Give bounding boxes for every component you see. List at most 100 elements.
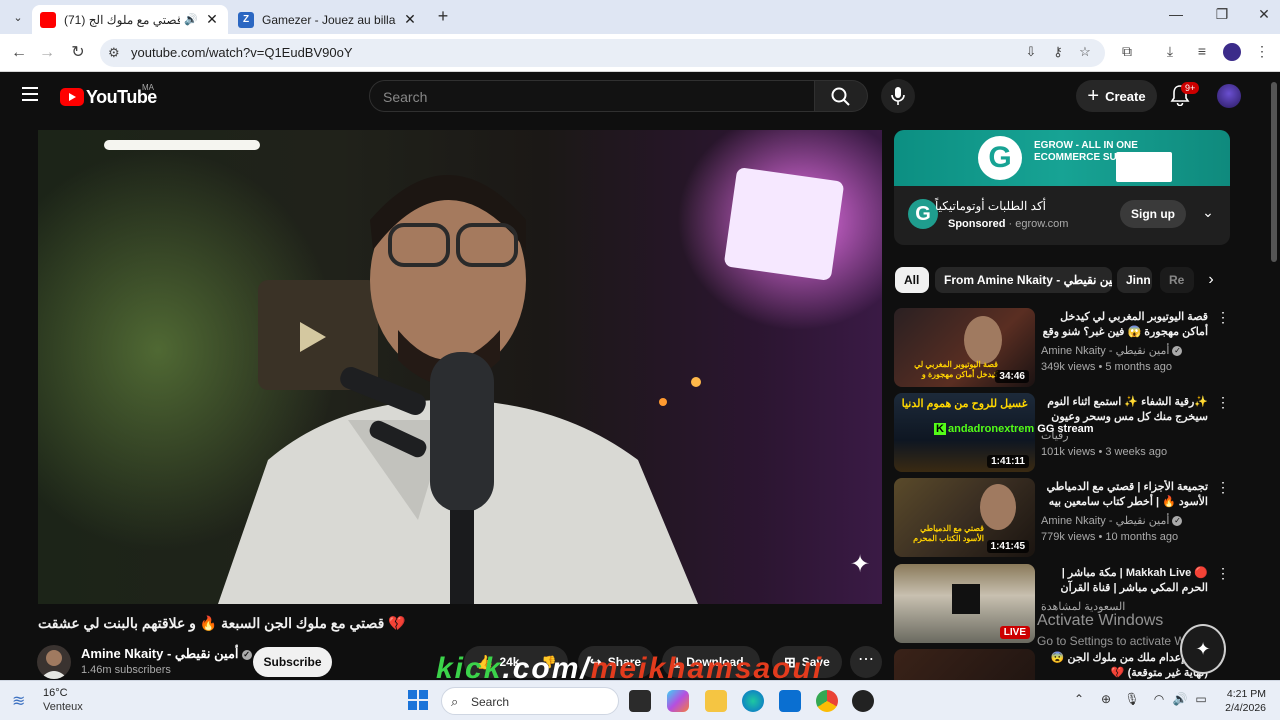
recommendation-item[interactable]: قصتي مع الدمياطي الأسود الكتاب المحرم 1:… bbox=[894, 478, 1230, 558]
battery-icon[interactable]: ▭ bbox=[1193, 692, 1209, 706]
url-text[interactable]: youtube.com/watch?v=Q1EudBV90oY bbox=[131, 45, 353, 60]
close-window-icon[interactable]: ✕ bbox=[1250, 6, 1278, 26]
chevron-right-icon[interactable]: › bbox=[1199, 267, 1223, 293]
sponsored-ad-card[interactable]: G EGROW - ALL IN ONE ECOMMERCE SUITE G أ… bbox=[894, 130, 1230, 245]
notification-badge: 9+ bbox=[1181, 82, 1200, 94]
video-thumbnail[interactable]: قصتي مع الدمياطي الأسود الكتاب المحرم 1:… bbox=[894, 478, 1035, 557]
search-placeholder: Search bbox=[383, 89, 428, 105]
reload-icon[interactable]: ↻ bbox=[67, 42, 89, 64]
clock[interactable]: 4:21 PM 2/4/2026 bbox=[1222, 687, 1266, 715]
password-key-icon[interactable]: ⚷ bbox=[1049, 44, 1067, 62]
browser-toolbar: ← → ↻ ⚙ youtube.com/watch?v=Q1EudBV90oY … bbox=[0, 34, 1280, 72]
obs-icon[interactable] bbox=[852, 690, 874, 712]
chip-partial[interactable]: Re bbox=[1160, 267, 1194, 293]
browser-tab-strip: ⌄ (71) قصتي مع ملوك الج... 🔊 ✕ Z Gamezer… bbox=[0, 0, 1280, 34]
channel-name[interactable]: Amine Nkaity - أمين نقيطي ✓ bbox=[1041, 514, 1183, 527]
profile-avatar[interactable] bbox=[1223, 43, 1241, 61]
more-options-icon[interactable]: ⋮ bbox=[1216, 310, 1230, 324]
ad-sign-up-button[interactable]: Sign up bbox=[1120, 200, 1186, 228]
edge-icon[interactable] bbox=[742, 690, 764, 712]
advertiser-logo-icon: G bbox=[908, 199, 938, 229]
ad-banner-image[interactable]: G EGROW - ALL IN ONE ECOMMERCE SUITE bbox=[894, 130, 1230, 186]
video-thumbnail[interactable]: LIVE bbox=[894, 564, 1035, 643]
copilot-icon[interactable] bbox=[667, 690, 689, 712]
taskbar-search[interactable]: ⌕ Search bbox=[441, 687, 619, 715]
more-options-icon[interactable]: ⋮ bbox=[1216, 480, 1230, 494]
thumbnail-caption: قصة اليوتيوبر المغربي لي كيدخل أماكن مهج… bbox=[914, 360, 998, 379]
ad-headline[interactable]: أكد الطلبات أوتوماتيكياً bbox=[935, 199, 1046, 213]
channel-name-text: Amine Nkaity - أمين نقيطي bbox=[81, 646, 239, 661]
store-icon[interactable] bbox=[779, 690, 801, 712]
more-options-icon[interactable]: ⋮ bbox=[1216, 395, 1230, 409]
youtube-favicon-icon bbox=[40, 11, 56, 28]
recommendation-item[interactable]: قصة اليوتيوبر المغربي لي كيدخل أماكن مهج… bbox=[894, 308, 1230, 388]
chrome-icon[interactable] bbox=[816, 690, 838, 712]
ad-meta: Sponsored · egrow.com bbox=[948, 218, 1069, 230]
voice-search-button[interactable] bbox=[881, 79, 915, 113]
microphone-tray-icon[interactable]: 🎙 bbox=[1124, 692, 1140, 706]
start-button[interactable] bbox=[408, 690, 428, 710]
maximize-icon[interactable]: ❐ bbox=[1208, 6, 1236, 26]
install-app-icon[interactable]: ⇩ bbox=[1022, 44, 1040, 62]
search-icon: ⌕ bbox=[451, 694, 459, 709]
notifications-button[interactable]: 9+ bbox=[1170, 82, 1200, 108]
volume-icon[interactable]: 🔊 bbox=[1172, 692, 1188, 706]
wifi-icon[interactable]: ◠ bbox=[1151, 692, 1167, 706]
create-button[interactable]: + Create bbox=[1076, 80, 1157, 112]
chip-jinn[interactable]: Jinn bbox=[1117, 267, 1152, 293]
weather-temperature: 16°C bbox=[43, 687, 68, 699]
video-title[interactable]: تجميعة الأجزاء | قصتي مع الدمياطي الأسود… bbox=[1041, 480, 1208, 510]
chip-from-channel[interactable]: From Amine Nkaity - أمين نقيطي bbox=[935, 267, 1112, 293]
more-actions-button[interactable]: ⋯ bbox=[850, 646, 882, 678]
show-hidden-icons-icon[interactable]: ⌃ bbox=[1071, 692, 1087, 706]
close-tab-icon[interactable]: ✕ bbox=[204, 11, 220, 28]
extensions-icon[interactable]: ⧉ bbox=[1117, 43, 1137, 63]
youtube-play-icon bbox=[60, 88, 84, 106]
close-tab-icon[interactable]: ✕ bbox=[402, 11, 418, 28]
address-bar[interactable]: ⚙ youtube.com/watch?v=Q1EudBV90oY ⇩ ⚷ ☆ bbox=[100, 39, 1105, 67]
speaker-icon[interactable]: 🔊 bbox=[184, 13, 198, 26]
media-controls-icon[interactable]: ≡ bbox=[1192, 43, 1212, 63]
subscribe-button[interactable]: Subscribe bbox=[253, 647, 332, 677]
tab-gamezer[interactable]: Z Gamezer - Jouez au billard, aux ✕ bbox=[230, 5, 426, 34]
video-frame bbox=[38, 130, 882, 604]
video-title[interactable]: ✨رقية الشفاء ✨ استمع اثناء النوم سيخرج م… bbox=[1041, 395, 1208, 425]
page-scrollbar[interactable] bbox=[1268, 72, 1280, 680]
back-icon[interactable]: ← bbox=[8, 42, 30, 64]
channel-name-text: Amine Nkaity - أمين نقيطي bbox=[1041, 515, 1170, 527]
downloads-icon[interactable]: ⤓ bbox=[1160, 43, 1180, 63]
task-view-icon[interactable] bbox=[629, 690, 651, 712]
tab-search-dropdown-icon[interactable]: ⌄ bbox=[8, 8, 28, 28]
minimize-icon[interactable]: — bbox=[1162, 6, 1190, 26]
gamezer-favicon-icon: Z bbox=[238, 11, 254, 28]
browser-menu-icon[interactable]: ⋮ bbox=[1252, 43, 1272, 63]
new-tab-icon[interactable]: + bbox=[433, 6, 453, 26]
search-input[interactable]: Search bbox=[369, 80, 815, 112]
tab-title: (71) قصتي مع ملوك الج... bbox=[64, 12, 181, 27]
search-button[interactable] bbox=[815, 80, 868, 112]
thumbnail-caption: غسيل للروح من هموم الدنيا bbox=[901, 398, 1028, 410]
site-info-icon[interactable]: ⚙ bbox=[108, 45, 120, 61]
more-options-icon[interactable]: ⋮ bbox=[1216, 566, 1230, 580]
video-thumbnail[interactable]: قصة اليوتيوبر المغربي لي كيدخل أماكن مهج… bbox=[894, 308, 1035, 387]
network-icon[interactable]: ⊕ bbox=[1098, 692, 1114, 706]
channel-name[interactable]: Amine Nkaity - أمين نقيطي ✓ bbox=[81, 646, 252, 662]
forward-icon[interactable]: → bbox=[36, 42, 58, 64]
chevron-down-icon[interactable]: ⌄ bbox=[1200, 204, 1216, 220]
video-player[interactable]: ✦ bbox=[38, 130, 882, 604]
video-title[interactable]: 🔴 Makkah Live | مكة مباشر | الحرم المكي … bbox=[1041, 566, 1208, 596]
channel-name[interactable]: Amine Nkaity - أمين نقيطي ✓ bbox=[1041, 344, 1183, 357]
video-thumbnail[interactable] bbox=[894, 649, 1035, 680]
chip-all[interactable]: All bbox=[895, 267, 929, 293]
video-title[interactable]: قصة اليوتيوبر المغربي لي كيدخل أماكن مهج… bbox=[1041, 310, 1208, 340]
tab-youtube[interactable]: (71) قصتي مع ملوك الج... 🔊 ✕ bbox=[32, 5, 228, 34]
account-avatar[interactable] bbox=[1217, 84, 1241, 108]
video-meta: 101k views • 3 weeks ago bbox=[1041, 446, 1168, 458]
channel-avatar[interactable] bbox=[37, 645, 71, 679]
verified-check-icon: ✓ bbox=[1172, 516, 1183, 527]
scrollbar-thumb[interactable] bbox=[1271, 82, 1277, 262]
bookmark-star-icon[interactable]: ☆ bbox=[1076, 44, 1094, 62]
hamburger-menu-icon[interactable] bbox=[22, 87, 38, 101]
file-explorer-icon[interactable] bbox=[705, 690, 727, 712]
youtube-logo[interactable]: YouTube MA bbox=[60, 83, 157, 107]
